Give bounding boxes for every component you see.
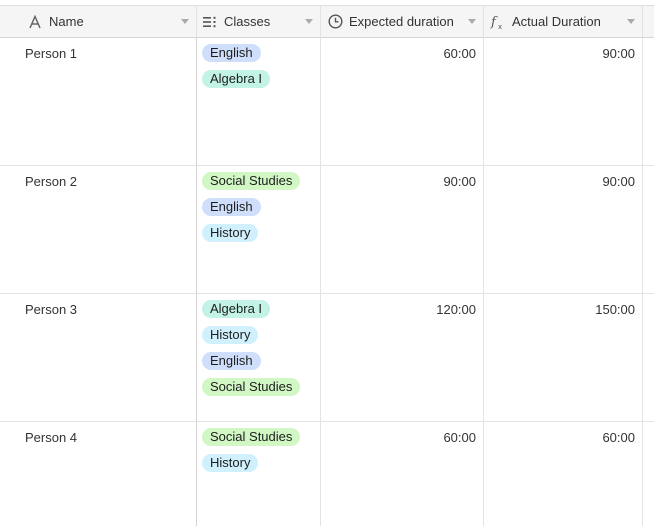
multi-select-icon [202, 14, 218, 30]
table-row[interactable]: Person 3 Algebra I History English Social St… [0, 294, 654, 422]
expected-duration-value: 120:00 [436, 302, 476, 317]
table-row[interactable]: Person 1 English Algebra I 60:00 90:00 [0, 38, 654, 166]
clock-icon [327, 14, 343, 30]
name-cell[interactable]: Person 1 [0, 38, 197, 165]
person-name: Person 1 [25, 46, 78, 61]
person-name: Person 3 [25, 302, 78, 317]
text-field-icon [27, 14, 43, 30]
extra-cell [643, 422, 654, 526]
class-tag: English [202, 352, 261, 370]
class-tag: Social Studies [202, 172, 301, 190]
classes-cell[interactable]: Algebra I History English Social Studies [197, 294, 321, 421]
column-label: Name [49, 14, 84, 29]
expected-duration-value: 90:00 [443, 174, 476, 189]
expected-duration-cell[interactable]: 60:00 [321, 422, 484, 526]
column-header-extra [643, 5, 654, 38]
actual-duration-cell[interactable]: 150:00 [484, 294, 643, 421]
extra-cell [643, 166, 654, 293]
name-cell[interactable]: Person 2 [0, 166, 197, 293]
class-tag: Social Studies [202, 428, 301, 446]
column-header-name[interactable]: Name [0, 5, 197, 38]
svg-text:f: f [490, 15, 498, 30]
column-header-classes[interactable]: Classes [197, 5, 321, 38]
actual-duration-value: 90:00 [602, 46, 635, 61]
chevron-down-icon[interactable] [305, 19, 313, 24]
extra-cell [643, 38, 654, 165]
actual-duration-value: 90:00 [602, 174, 635, 189]
classes-cell[interactable]: Social Studies History [197, 422, 321, 526]
expected-duration-cell[interactable]: 120:00 [321, 294, 484, 421]
class-tag: English [202, 44, 261, 62]
formula-icon: fx [490, 14, 506, 30]
expected-duration-value: 60:00 [443, 430, 476, 445]
person-name: Person 2 [25, 174, 78, 189]
column-header-expected-duration[interactable]: Expected duration [321, 5, 484, 38]
class-tag: English [202, 198, 261, 216]
class-tag: History [202, 454, 259, 472]
table-row[interactable]: Person 4 Social Studies History 60:00 60:00 [0, 422, 654, 526]
class-tag: Social Studies [202, 378, 301, 396]
class-tag-list: Social Studies English History [202, 172, 301, 242]
actual-duration-value: 60:00 [602, 430, 635, 445]
name-cell[interactable]: Person 3 [0, 294, 197, 421]
person-name: Person 4 [25, 430, 78, 445]
svg-text:x: x [498, 23, 502, 30]
table-row[interactable]: Person 2 Social Studies English History 90:0… [0, 166, 654, 294]
classes-cell[interactable]: English Algebra I [197, 38, 321, 165]
class-tag-list: Algebra I History English Social Studies [202, 300, 301, 396]
actual-duration-cell[interactable]: 60:00 [484, 422, 643, 526]
extra-cell [643, 294, 654, 421]
chevron-down-icon[interactable] [181, 19, 189, 24]
classes-cell[interactable]: Social Studies English History [197, 166, 321, 293]
expected-duration-cell[interactable]: 90:00 [321, 166, 484, 293]
chevron-down-icon[interactable] [627, 19, 635, 24]
class-tag: Algebra I [202, 300, 271, 318]
expected-duration-value: 60:00 [443, 46, 476, 61]
class-tag-list: English Algebra I [202, 44, 271, 88]
name-cell[interactable]: Person 4 [0, 422, 197, 526]
class-tag-list: Social Studies History [202, 428, 301, 472]
column-header-actual-duration[interactable]: fx Actual Duration [484, 5, 643, 38]
chevron-down-icon[interactable] [468, 19, 476, 24]
grid-view: Name Classes Expected duration fx Actual… [0, 0, 654, 526]
column-label: Actual Duration [512, 14, 601, 29]
expected-duration-cell[interactable]: 60:00 [321, 38, 484, 165]
actual-duration-cell[interactable]: 90:00 [484, 166, 643, 293]
class-tag: History [202, 326, 259, 344]
column-label: Expected duration [349, 14, 454, 29]
class-tag: Algebra I [202, 70, 271, 88]
actual-duration-cell[interactable]: 90:00 [484, 38, 643, 165]
class-tag: History [202, 224, 259, 242]
actual-duration-value: 150:00 [595, 302, 635, 317]
column-label: Classes [224, 14, 271, 29]
